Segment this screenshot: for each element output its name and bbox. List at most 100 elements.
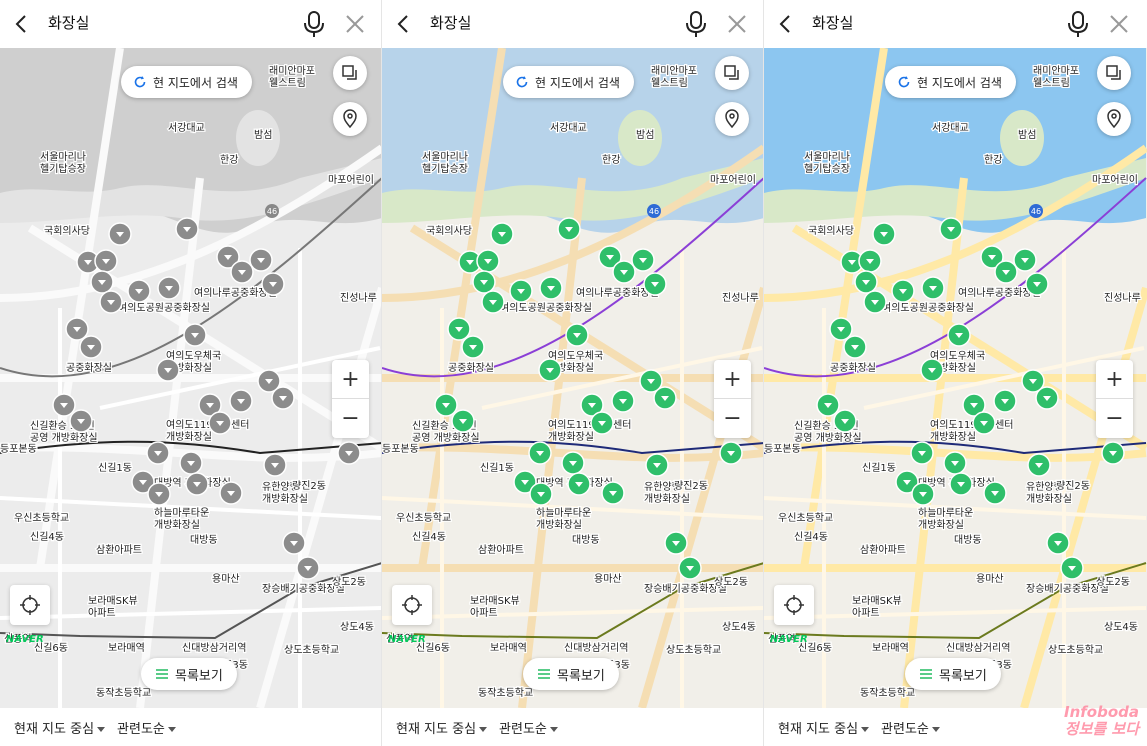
restroom-marker[interactable] [645,453,669,477]
restroom-marker[interactable] [911,482,935,506]
restroom-marker[interactable] [994,260,1018,284]
list-view-button[interactable]: 목록보기 [523,658,619,690]
restroom-marker[interactable] [891,279,915,303]
map-canvas[interactable]: 46 서울마리나 헬기탑승장 서강대교 밤섬 한강 래미안마포 웰스트림 마포어린이 국회의사당 여… [382,48,763,708]
list-view-button[interactable]: 목록보기 [905,658,1001,690]
microphone-icon[interactable] [1064,9,1092,39]
restroom-marker[interactable] [653,386,677,410]
list-view-button[interactable]: 목록보기 [141,658,237,690]
restroom-marker[interactable] [90,270,114,294]
restroom-marker[interactable] [949,472,973,496]
restroom-marker[interactable] [939,217,963,241]
restroom-marker[interactable] [230,260,254,284]
restroom-marker[interactable] [94,249,118,273]
restroom-marker[interactable] [833,409,857,433]
restroom-marker[interactable] [183,323,207,347]
restroom-marker[interactable] [561,451,585,475]
close-icon[interactable] [342,11,368,37]
search-query[interactable]: 화장실 [812,12,853,33]
location-pin-button[interactable] [333,102,367,136]
close-icon[interactable] [1106,11,1132,37]
restroom-marker[interactable] [910,441,934,465]
back-arrow-icon[interactable] [774,10,798,38]
restroom-marker[interactable] [590,411,614,435]
restroom-marker[interactable] [157,276,181,300]
research-area-button[interactable]: 현 지도에서 검색 [121,66,252,98]
layers-button[interactable] [333,56,367,90]
search-query[interactable]: 화장실 [430,12,471,33]
restroom-marker[interactable] [678,556,702,580]
zoom-out-button[interactable]: − [714,399,751,438]
microphone-icon[interactable] [300,9,328,39]
restroom-marker[interactable] [249,248,273,272]
restroom-marker[interactable] [872,222,896,246]
restroom-marker[interactable] [719,441,743,465]
restroom-marker[interactable] [99,290,123,314]
map-canvas[interactable]: 46 서울마리나 헬기탑승장 서강대교 밤섬 한강 래미안마포 웰스트림 마포어린이 국회의사당 여… [764,48,1147,708]
restroom-marker[interactable] [601,481,625,505]
restroom-marker[interactable] [863,290,887,314]
restroom-marker[interactable] [557,217,581,241]
restroom-marker[interactable] [947,323,971,347]
zoom-out-button[interactable]: − [332,399,369,438]
filter-center-dropdown[interactable]: 현재 지도 중심 [778,718,870,737]
restroom-marker[interactable] [643,272,667,296]
restroom-marker[interactable] [529,482,553,506]
restroom-marker[interactable] [1025,272,1049,296]
my-location-button[interactable] [10,585,50,625]
restroom-marker[interactable] [631,248,655,272]
restroom-marker[interactable] [1035,386,1059,410]
restroom-marker[interactable] [528,441,552,465]
restroom-marker[interactable] [337,441,361,465]
back-arrow-icon[interactable] [10,10,34,38]
filter-center-dropdown[interactable]: 현재 지도 중심 [14,718,106,737]
restroom-marker[interactable] [261,272,285,296]
filter-center-dropdown[interactable]: 현재 지도 중심 [396,718,488,737]
restroom-marker[interactable] [1027,453,1051,477]
filter-relevance-dropdown[interactable]: 관련도순 [499,718,558,737]
restroom-marker[interactable] [972,411,996,435]
research-area-button[interactable]: 현 지도에서 검색 [885,66,1016,98]
restroom-marker[interactable] [920,358,944,382]
restroom-marker[interactable] [127,279,151,303]
restroom-marker[interactable] [461,335,485,359]
restroom-marker[interactable] [567,472,591,496]
back-arrow-icon[interactable] [392,10,416,38]
restroom-marker[interactable] [52,393,76,417]
restroom-marker[interactable] [921,276,945,300]
restroom-marker[interactable] [565,323,589,347]
restroom-marker[interactable] [829,317,853,341]
my-location-button[interactable] [774,585,814,625]
restroom-marker[interactable] [79,335,103,359]
restroom-marker[interactable] [65,317,89,341]
restroom-marker[interactable] [854,270,878,294]
restroom-marker[interactable] [1013,248,1037,272]
restroom-marker[interactable] [282,531,306,555]
filter-relevance-dropdown[interactable]: 관련도순 [881,718,940,737]
restroom-marker[interactable] [175,217,199,241]
restroom-marker[interactable] [612,260,636,284]
restroom-marker[interactable] [1046,531,1070,555]
research-area-button[interactable]: 현 지도에서 검색 [503,66,634,98]
restroom-marker[interactable] [943,451,967,475]
restroom-marker[interactable] [611,389,635,413]
restroom-marker[interactable] [208,411,232,435]
restroom-marker[interactable] [146,441,170,465]
microphone-icon[interactable] [682,9,710,39]
restroom-marker[interactable] [816,393,840,417]
restroom-marker[interactable] [451,409,475,433]
layers-button[interactable] [1097,56,1131,90]
restroom-marker[interactable] [481,290,505,314]
restroom-marker[interactable] [664,531,688,555]
zoom-in-button[interactable]: + [332,360,369,399]
restroom-marker[interactable] [434,393,458,417]
zoom-in-button[interactable]: + [1096,360,1133,399]
restroom-marker[interactable] [509,279,533,303]
restroom-marker[interactable] [156,358,180,382]
restroom-marker[interactable] [843,335,867,359]
location-pin-button[interactable] [1097,102,1131,136]
restroom-marker[interactable] [858,249,882,273]
restroom-marker[interactable] [69,409,93,433]
location-pin-button[interactable] [715,102,749,136]
my-location-button[interactable] [392,585,432,625]
